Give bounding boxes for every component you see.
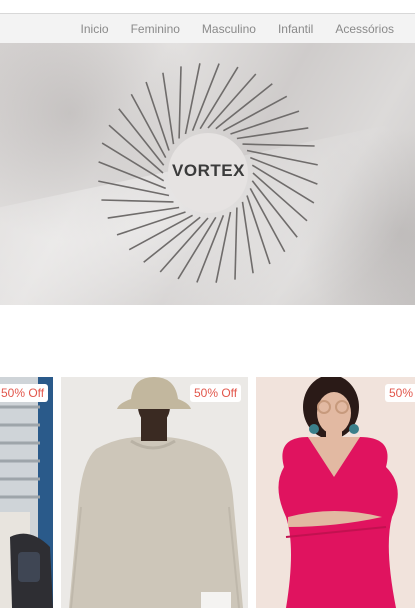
nav-item-infantil[interactable]: Infantil [278,22,313,36]
product-card[interactable]: 50% Off [256,377,415,608]
logo-ray [107,206,180,219]
product-image [61,377,248,608]
discount-badge: 50% Off [190,384,242,402]
logo-ray [162,72,175,145]
top-bar [0,0,415,14]
product-carousel: 50% Off 50% Off 50% [0,377,415,608]
logo-ray [241,201,254,274]
logo-ray [184,63,201,135]
product-image [0,377,53,608]
main-nav: Inicio Feminino Masculino Infantil Acess… [0,14,415,43]
logo-ray [207,73,257,129]
nav-item-feminino[interactable]: Feminino [131,22,180,36]
logo-ray [236,127,309,140]
product-card[interactable]: 50% Off [61,377,248,608]
discount-badge: 50% Off [0,384,49,402]
product-image [256,377,415,608]
logo-ray [215,211,232,283]
logo-ray [178,66,182,139]
discount-badge: 50% Off [385,384,415,402]
logo-ray [234,207,238,280]
brand-logo-text: VORTEX [172,161,245,180]
logo-ray [101,199,174,203]
logo-ray [242,143,315,147]
hero-banner: VORTEX [0,43,415,305]
product-card[interactable]: 50% Off [0,377,53,608]
nav-item-inicio[interactable]: Inicio [81,22,109,36]
nav-item-masculino[interactable]: Masculino [202,22,256,36]
logo-ray [98,180,170,197]
logo-ray [159,217,209,273]
nav-item-acessorios[interactable]: Acessórios [335,22,394,36]
